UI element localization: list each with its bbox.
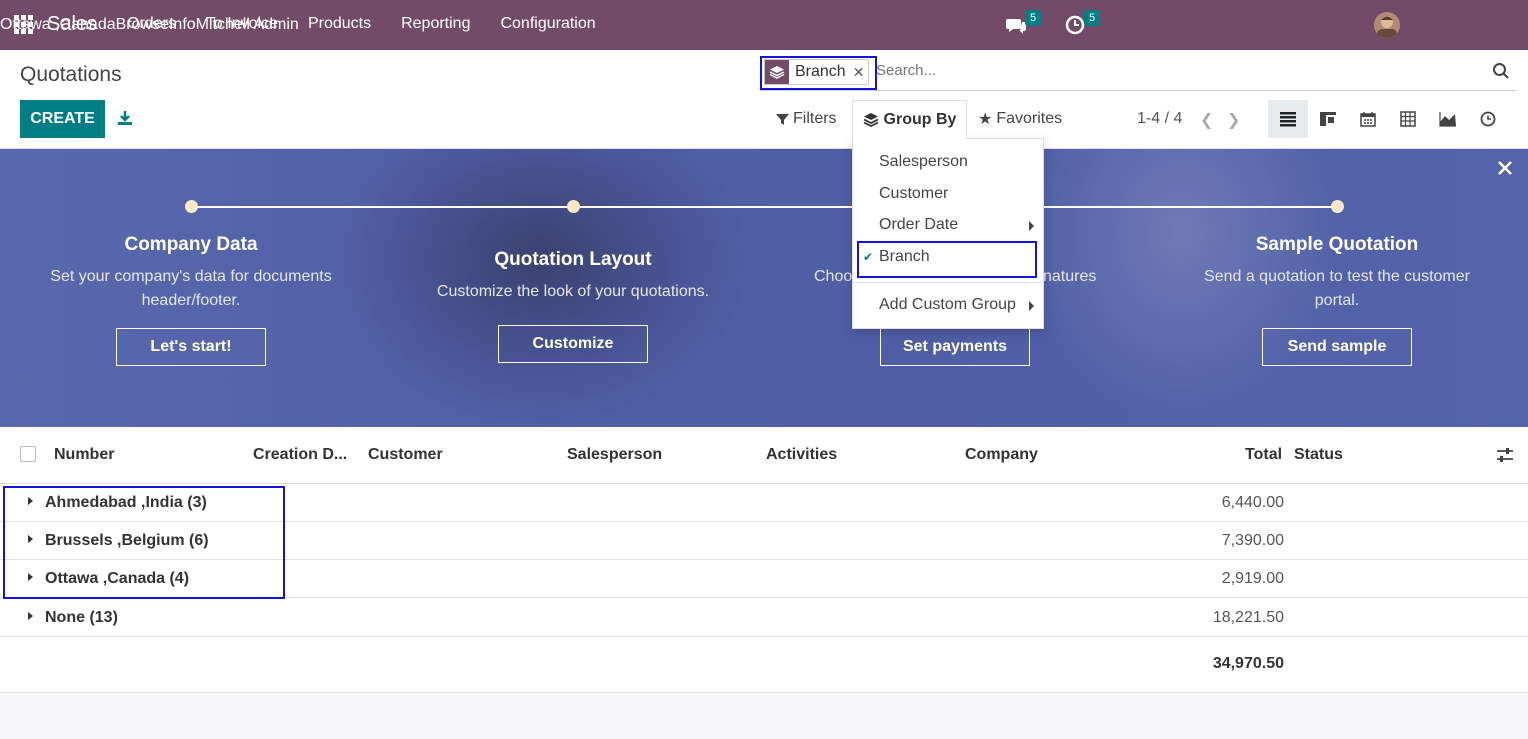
search-facet[interactable]: Branch ✕	[764, 59, 869, 85]
breadcrumb: Quotations	[20, 63, 122, 86]
groupby-option-customer[interactable]: Customer	[879, 185, 948, 203]
step-desc-company-data: Set your company's data for documents he…	[50, 268, 332, 309]
download-icon[interactable]	[116, 109, 134, 127]
column-customer[interactable]: Customer	[368, 446, 443, 464]
groupby-option-order-date[interactable]: Order Date	[879, 216, 958, 234]
top-navbar: Sales Orders To Invoice Products Reporti…	[0, 0, 1528, 50]
menu-reporting[interactable]: Reporting	[401, 15, 470, 33]
search-input[interactable]	[876, 62, 1376, 79]
search-bar: Branch ✕	[760, 56, 1516, 91]
column-total[interactable]: Total	[1245, 446, 1282, 464]
layers-icon	[765, 60, 789, 84]
group-total: 6,440.00	[1221, 494, 1284, 511]
step-title-quotation-layout: Quotation Layout	[494, 249, 652, 270]
step-desc-quotation-layout: Customize the look of your quotations.	[436, 283, 710, 300]
column-activities[interactable]: Activities	[766, 446, 837, 464]
groupby-label: Group By	[883, 111, 957, 128]
step-dot	[185, 200, 198, 213]
avatar[interactable]	[1374, 12, 1400, 38]
customize-button[interactable]: Customize	[498, 325, 648, 363]
pivot-table-icon	[1400, 111, 1416, 127]
groupby-option-branch[interactable]: Branch	[879, 248, 930, 266]
layers-icon	[863, 113, 878, 128]
groupby-button[interactable]: Group By	[852, 100, 967, 139]
messages-badge: 5	[1025, 10, 1042, 26]
kanban-view-icon	[1320, 112, 1336, 126]
pager-value[interactable]: 1-4 / 4	[1137, 110, 1182, 128]
menu-products[interactable]: Products	[308, 15, 371, 33]
favorites-button[interactable]: ★ Favorites	[978, 100, 1062, 138]
step-title-sample-quotation: Sample Quotation	[1255, 234, 1419, 255]
step-dot	[1331, 200, 1344, 213]
groupby-dropdown: Salesperson Customer Order Date ✔ Branch…	[852, 138, 1044, 329]
select-all-checkbox[interactable]	[20, 446, 36, 462]
group-total: 18,221.50	[1212, 609, 1284, 626]
close-icon[interactable]	[1496, 159, 1514, 177]
group-name: None (13)	[45, 609, 118, 626]
send-sample-button[interactable]: Send sample	[1262, 328, 1412, 366]
pager-next-icon[interactable]: ❯	[1227, 110, 1240, 130]
column-status[interactable]: Status	[1294, 446, 1343, 464]
pager-previous-icon[interactable]: ❮	[1200, 110, 1213, 130]
list-view-icon	[1280, 112, 1296, 127]
star-icon: ★	[978, 111, 993, 128]
menu-orders[interactable]: Orders	[127, 15, 176, 33]
search-icon[interactable]	[1492, 62, 1510, 80]
filters-label: Filters	[793, 110, 837, 127]
messages-icon[interactable]	[1005, 14, 1027, 36]
step-desc-payment-left: Choo	[814, 268, 853, 285]
menu-configuration[interactable]: Configuration	[500, 15, 595, 33]
set-payments-button[interactable]: Set payments	[880, 328, 1030, 366]
step-title-company-data: Company Data	[124, 234, 258, 255]
filter-icon	[776, 113, 789, 125]
kanban-view-button[interactable]	[1308, 100, 1348, 138]
step-dot	[567, 200, 580, 213]
list-header: Number Creation D... Customer Salesperso…	[0, 427, 1528, 484]
pivot-view-button[interactable]	[1388, 100, 1428, 138]
branch-groups-highlight	[3, 486, 285, 599]
step-desc-sample-quotation: Send a quotation to test the customer po…	[1204, 268, 1470, 309]
column-creation-date[interactable]: Creation D...	[253, 446, 347, 464]
facet-remove-icon[interactable]: ✕	[853, 64, 865, 81]
optional-columns-icon[interactable]	[1496, 447, 1514, 463]
group-total: 7,390.00	[1221, 532, 1284, 549]
step-desc-payment-right: natures	[1043, 268, 1097, 285]
check-icon: ✔	[863, 250, 874, 264]
menu-to-invoice[interactable]: To Invoice	[206, 15, 278, 33]
dropdown-divider	[853, 282, 1043, 283]
lets-start-button[interactable]: Let's start!	[116, 328, 266, 366]
filters-button[interactable]: Filters	[776, 100, 837, 138]
calendar-view-button[interactable]	[1348, 100, 1388, 138]
clock-icon[interactable]	[1064, 14, 1086, 36]
quotations-list: Number Creation D... Customer Salesperso…	[0, 427, 1528, 693]
group-total: 2,919.00	[1221, 570, 1284, 587]
activities-badge: 5	[1084, 10, 1101, 26]
submenu-caret-icon	[1029, 301, 1034, 311]
column-number[interactable]: Number	[54, 446, 114, 464]
create-button[interactable]: CREATE	[20, 100, 105, 138]
caret-right-icon	[28, 612, 33, 620]
calendar-icon	[1360, 112, 1376, 127]
favorites-label: Favorites	[996, 110, 1063, 127]
column-salesperson[interactable]: Salesperson	[567, 446, 662, 464]
onboarding-progress-line	[191, 206, 1337, 208]
group-row[interactable]: None (13) 18,221.50	[0, 599, 1528, 637]
add-custom-group[interactable]: Add Custom Group	[879, 296, 1016, 314]
graph-view-button[interactable]	[1428, 100, 1468, 138]
activity-view-button[interactable]	[1468, 100, 1508, 138]
list-view-button[interactable]	[1268, 100, 1308, 138]
control-panel: Quotations CREATE Branch ✕ Filters	[0, 50, 1528, 149]
groupby-option-salesperson[interactable]: Salesperson	[879, 153, 968, 171]
area-chart-icon	[1439, 112, 1456, 127]
apps-grid-icon[interactable]	[14, 15, 33, 34]
app-brand[interactable]: Sales	[47, 13, 97, 36]
clock-icon	[1480, 111, 1496, 127]
column-company[interactable]: Company	[965, 446, 1038, 464]
grand-total: 34,970.50	[1212, 655, 1284, 672]
facet-label: Branch	[795, 63, 846, 80]
main-menu: Orders To Invoice Products Reporting Con…	[127, 15, 626, 33]
submenu-caret-icon	[1029, 221, 1034, 231]
